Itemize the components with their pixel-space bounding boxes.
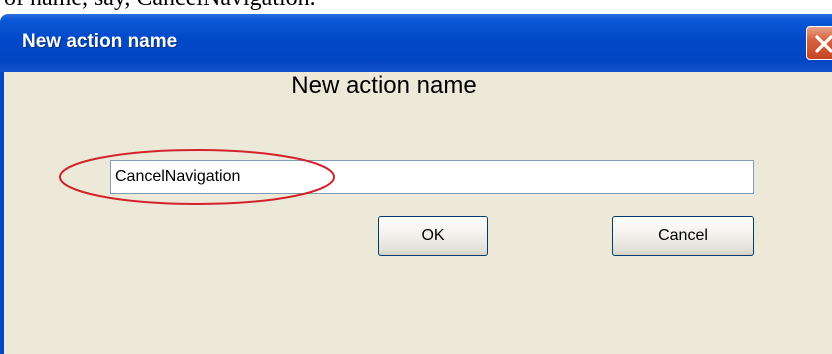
close-button[interactable] — [806, 26, 832, 60]
title-bar[interactable]: New action name — [0, 14, 832, 72]
dialog-body — [0, 72, 832, 354]
window-title: New action name — [22, 31, 178, 52]
cancel-button[interactable]: Cancel — [612, 216, 754, 256]
dialog-window: New action name New action name OK Cance… — [0, 14, 832, 354]
close-icon — [815, 35, 832, 53]
dialog-heading-text: New action name — [291, 72, 477, 99]
ok-button[interactable]: OK — [378, 216, 488, 256]
dialog-heading: New action name — [0, 72, 760, 100]
page-caption: of name, say, CancelNavigation. — [4, 0, 316, 10]
page-caption-strip: of name, say, CancelNavigation. — [0, 0, 832, 14]
action-name-input[interactable] — [110, 160, 754, 194]
